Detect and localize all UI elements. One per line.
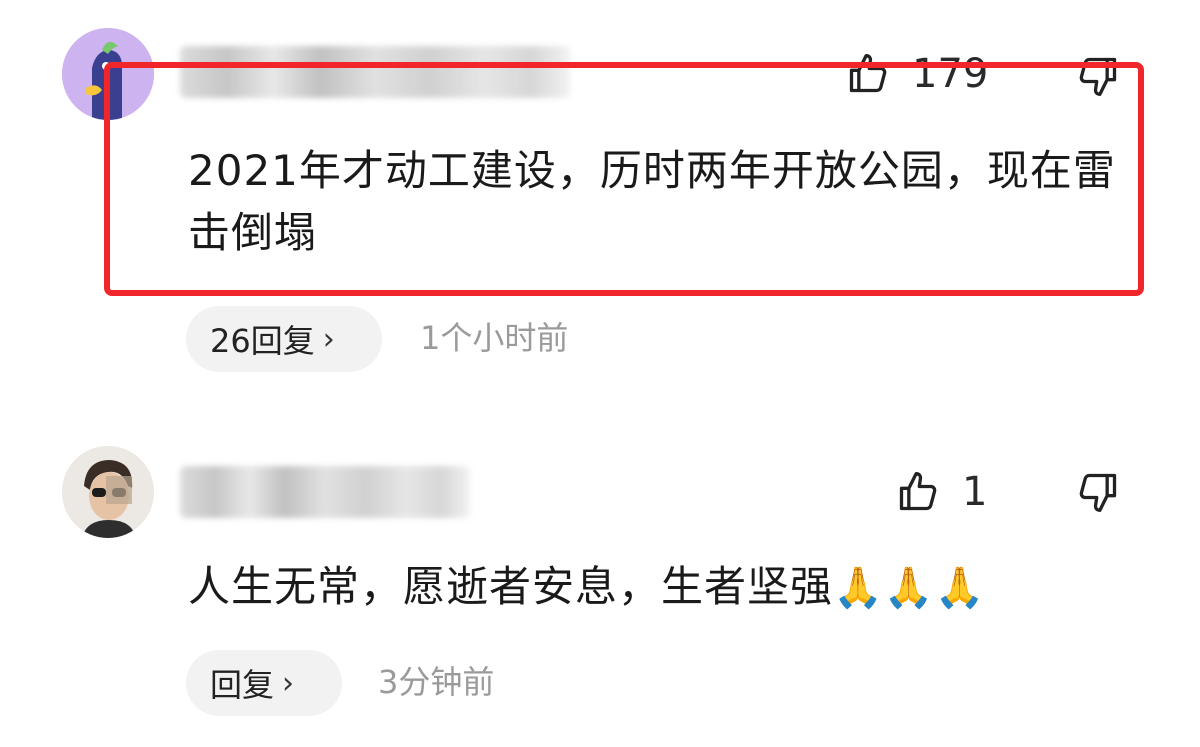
reply-button[interactable]: 回复 › bbox=[186, 650, 342, 716]
username-blurred bbox=[180, 46, 570, 98]
avatar[interactable] bbox=[62, 28, 154, 120]
reply-label: 26回复 bbox=[210, 322, 315, 360]
avatar[interactable] bbox=[62, 446, 154, 538]
reply-label: 回复 bbox=[210, 666, 275, 704]
comment-text-body: 人生无常，愿逝者安息，生者坚强 bbox=[188, 562, 834, 611]
timestamp: 1个小时前 bbox=[420, 319, 569, 357]
like-group[interactable]: 179 bbox=[846, 52, 988, 96]
like-count: 1 bbox=[962, 469, 988, 515]
username-blurred bbox=[180, 466, 470, 518]
thumbs-up-icon[interactable] bbox=[896, 470, 940, 514]
comment-text: 人生无常，愿逝者安息，生者坚强🙏🙏🙏 bbox=[188, 556, 1168, 619]
thumbs-down-icon[interactable] bbox=[1076, 470, 1120, 514]
praying-hands-emoji: 🙏🙏🙏 bbox=[833, 565, 986, 611]
thumbs-up-icon[interactable] bbox=[846, 52, 890, 96]
timestamp: 3分钟前 bbox=[378, 663, 495, 701]
chevron-right-icon: › bbox=[322, 321, 335, 357]
like-count: 179 bbox=[912, 51, 989, 97]
like-group[interactable]: 1 bbox=[896, 470, 987, 514]
comment-text: 2021年才动工建设，历时两年开放公园，现在雷击倒塌 bbox=[188, 146, 1116, 257]
thumbs-down-icon[interactable] bbox=[1076, 54, 1120, 98]
chevron-right-icon: › bbox=[282, 665, 295, 701]
reply-button[interactable]: 26回复 › bbox=[186, 306, 382, 372]
